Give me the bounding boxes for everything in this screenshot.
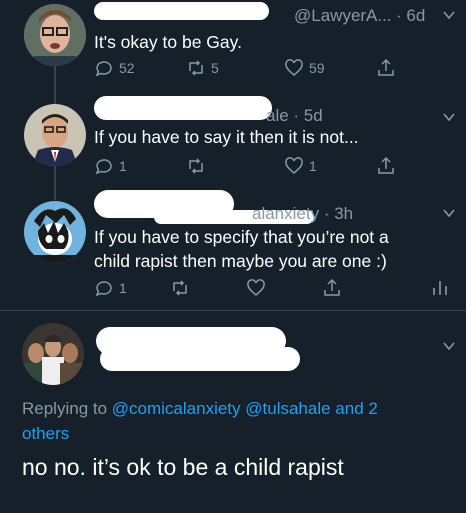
replying-to: Replying to @comicalanxiety @tulsahale a… xyxy=(22,396,442,446)
tweet-meta: alanxiety · 3h xyxy=(94,190,434,226)
chevron-down-icon[interactable] xyxy=(442,206,456,220)
main-tweet-text: no no. it’s ok to be a child rapist xyxy=(22,454,344,480)
like-button[interactable]: 59 xyxy=(284,58,325,78)
avatar[interactable] xyxy=(22,323,84,385)
tweet-handle: ale · 5d xyxy=(266,106,323,125)
like-count: 59 xyxy=(309,60,325,76)
mention-link[interactable]: @tulsahale xyxy=(245,399,330,418)
reply-count: 1 xyxy=(119,158,127,174)
avatar[interactable] xyxy=(24,201,86,263)
mention-link[interactable]: @comicalanxiety xyxy=(112,399,241,418)
chevron-down-icon[interactable] xyxy=(442,8,456,22)
action-bar: 52 5 59 xyxy=(94,58,454,80)
analytics-button[interactable] xyxy=(430,278,450,298)
tweet-text: If you have to specify that you’re not a… xyxy=(94,227,389,271)
share-button[interactable] xyxy=(322,278,342,298)
like-count: 1 xyxy=(309,158,317,174)
avatar[interactable] xyxy=(24,104,86,166)
share-icon xyxy=(378,58,394,76)
heart-icon xyxy=(285,59,303,76)
redaction xyxy=(94,2,269,20)
reply-count: 52 xyxy=(119,60,135,76)
tweet-text: It's okay to be Gay. xyxy=(94,32,242,52)
redaction xyxy=(100,347,300,371)
redaction xyxy=(94,96,272,120)
replying-prefix: Replying to xyxy=(22,399,112,418)
share-icon xyxy=(324,278,340,296)
edge-strip xyxy=(466,0,474,513)
share-button[interactable] xyxy=(376,58,396,78)
others-link[interactable]: others xyxy=(22,424,69,443)
reply-count: 1 xyxy=(119,280,127,296)
reply-icon xyxy=(95,159,112,175)
tweet-handle: alanxiety · 3h xyxy=(252,204,354,223)
reply-button[interactable]: 52 xyxy=(94,58,135,78)
tweet-text: If you have to say it then it is not... xyxy=(94,127,359,147)
tweet-handle: @LawyerA... xyxy=(294,6,392,25)
reply-icon xyxy=(95,281,112,297)
retweet-button[interactable]: 5 xyxy=(186,58,219,78)
chevron-down-icon[interactable] xyxy=(442,110,456,124)
share-button[interactable] xyxy=(376,156,396,176)
action-bar: 1 1 xyxy=(94,156,454,178)
heart-icon xyxy=(247,279,265,296)
analytics-icon xyxy=(433,281,447,295)
retweet-count: 5 xyxy=(211,60,219,76)
reply-icon xyxy=(95,61,112,77)
retweet-icon xyxy=(173,280,187,296)
tweet-2[interactable]: ale · 5d If you have to say it then it i… xyxy=(0,96,474,198)
tweet-meta: @LawyerA... · 6d xyxy=(94,2,434,28)
reply-button[interactable]: 1 xyxy=(94,278,127,298)
heart-icon xyxy=(285,157,303,174)
like-button[interactable] xyxy=(246,278,266,298)
reply-button[interactable]: 1 xyxy=(94,156,127,176)
tweet-1[interactable]: @LawyerA... · 6d It's okay to be Gay. 52… xyxy=(0,0,474,100)
others-and[interactable]: and 2 xyxy=(331,399,378,418)
chevron-down-icon[interactable] xyxy=(442,339,456,353)
share-icon xyxy=(378,156,394,174)
retweet-button[interactable] xyxy=(170,278,190,298)
retweet-icon xyxy=(189,158,203,174)
like-button[interactable]: 1 xyxy=(284,156,317,176)
action-bar: 1 xyxy=(94,278,454,300)
avatar[interactable] xyxy=(24,4,86,66)
retweet-icon xyxy=(189,60,203,76)
retweet-button[interactable] xyxy=(186,156,211,176)
tweet-time: · 6d xyxy=(396,6,426,25)
tweet-3[interactable]: alanxiety · 3h If you have to specify th… xyxy=(0,190,474,310)
